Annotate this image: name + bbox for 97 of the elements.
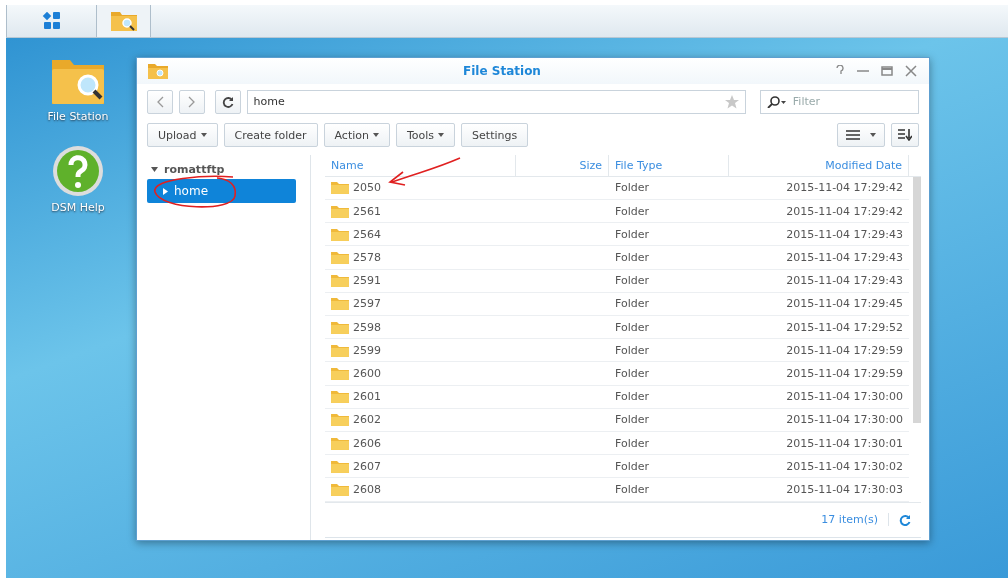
path-field[interactable]: home — [246, 89, 746, 114]
caret-icon — [438, 133, 445, 137]
folder-icon — [331, 482, 349, 496]
folder-icon — [331, 320, 349, 334]
type-cell-text: Folder — [614, 342, 650, 359]
caret-icon — [870, 133, 876, 137]
chevron-right-icon — [187, 95, 196, 108]
help-icon[interactable] — [835, 65, 845, 77]
refresh-icon — [221, 95, 234, 108]
folder-name[interactable]: 2602 — [353, 413, 381, 427]
date-cell-text: 2015-11-04 17:29:43 — [785, 273, 904, 290]
window-title: File Station — [462, 64, 542, 78]
search-box[interactable]: Filter — [759, 89, 919, 114]
sort-icon — [898, 129, 912, 141]
folder-icon — [331, 390, 349, 404]
sort-button[interactable] — [891, 123, 919, 147]
folder-name[interactable]: 2601 — [353, 390, 381, 404]
column-header[interactable]: Size — [516, 155, 609, 176]
caret-icon — [373, 133, 379, 137]
date-cell-text: 2015-11-04 17:29:42 — [785, 180, 904, 197]
date-cell-text: 2015-11-04 17:30:01 — [785, 435, 904, 452]
folder-name[interactable]: 2597 — [353, 297, 381, 311]
type-cell-text: Folder — [614, 481, 650, 498]
date-cell-text: 2015-11-04 17:30:00 — [785, 389, 904, 406]
folder-search-icon — [147, 62, 169, 80]
view-mode-button[interactable] — [837, 123, 885, 147]
expander-icon — [163, 187, 168, 195]
refresh-button[interactable] — [214, 89, 241, 114]
folder-name[interactable]: 2598 — [353, 320, 381, 334]
type-cell-text: Folder — [614, 365, 650, 382]
folder-icon — [331, 227, 349, 241]
folder-icon — [331, 251, 349, 264]
date-cell-text: 2015-11-04 17:30:02 — [785, 458, 904, 475]
main-menu-icon[interactable] — [41, 12, 62, 30]
type-cell-text: Folder — [614, 319, 650, 336]
date-cell-text: 2015-11-04 17:29:59 — [785, 365, 904, 382]
toolbar-button[interactable]: Action — [323, 123, 390, 147]
folder-icon — [331, 367, 349, 380]
type-cell-text: Folder — [614, 412, 650, 429]
close-icon[interactable] — [905, 65, 917, 77]
date-cell-text: 2015-11-04 17:29:59 — [785, 342, 904, 359]
scrollbar[interactable] — [913, 176, 921, 423]
folder-icon — [331, 436, 349, 450]
date-cell-text: 2015-11-04 17:29:42 — [785, 203, 904, 220]
type-cell-text: Folder — [614, 435, 650, 452]
folder-icon — [331, 343, 349, 357]
refresh-icon[interactable] — [899, 513, 911, 526]
date-cell-text: 2015-11-04 17:30:03 — [785, 481, 904, 498]
type-cell-text: Folder — [614, 273, 650, 290]
item-count: 17 item(s) — [821, 513, 889, 527]
caret-icon — [200, 133, 207, 137]
date-cell-text: 2015-11-04 17:29:43 — [785, 226, 904, 243]
folder-name[interactable]: 2050 — [353, 181, 381, 195]
folder-name[interactable]: 2606 — [353, 436, 381, 450]
toolbar-button[interactable]: Tools — [396, 123, 456, 147]
folder-search-icon[interactable] — [109, 10, 138, 32]
path-text: home — [253, 95, 285, 108]
type-cell-text: Folder — [614, 458, 650, 475]
folder-icon — [331, 181, 349, 195]
folder-icon — [331, 274, 349, 288]
toolbar-button[interactable]: Upload — [147, 123, 218, 147]
date-cell-text: 2015-11-04 17:29:43 — [785, 250, 904, 267]
tree-node[interactable]: romattftp — [147, 159, 296, 179]
tree-item[interactable]: home — [147, 179, 296, 203]
folder-icon — [331, 204, 349, 218]
folder-icon — [331, 459, 349, 473]
search-icon — [766, 95, 787, 108]
column-header[interactable]: Modified Date — [729, 155, 909, 176]
date-cell-text: 2015-11-04 17:29:52 — [785, 319, 904, 336]
folder-name[interactable]: 2608 — [353, 482, 381, 496]
column-header[interactable]: Name — [325, 155, 516, 176]
list-view-icon — [846, 130, 860, 140]
folder-name[interactable]: 2564 — [353, 227, 381, 241]
type-cell-text: Folder — [614, 389, 650, 406]
chevron-left-icon — [155, 95, 164, 108]
date-cell-text: 2015-11-04 17:30:00 — [785, 412, 904, 429]
star-icon[interactable] — [724, 94, 739, 109]
folder-name[interactable]: 2591 — [353, 274, 381, 288]
folder-name[interactable]: 2607 — [353, 459, 381, 473]
toolbar-button[interactable]: Create folder — [223, 123, 318, 147]
folder-name[interactable]: 2600 — [353, 366, 381, 380]
folder-name[interactable]: 2578 — [353, 251, 381, 265]
maximize-icon[interactable] — [881, 65, 893, 77]
type-cell-text: Folder — [614, 203, 650, 220]
type-cell-text: Folder — [614, 226, 650, 243]
type-cell-text: Folder — [614, 296, 650, 313]
toolbar-button[interactable]: Settings — [461, 123, 529, 147]
expander-icon — [151, 166, 158, 172]
help-icon — [52, 145, 104, 197]
column-header[interactable]: File Type — [609, 155, 729, 176]
folder-name[interactable]: 2561 — [353, 204, 381, 218]
folder-icon — [331, 297, 349, 311]
type-cell-text: Folder — [614, 250, 650, 267]
folder-icon — [331, 413, 349, 427]
type-cell-text: Folder — [614, 180, 650, 197]
date-cell-text: 2015-11-04 17:29:45 — [785, 296, 904, 313]
folder-name[interactable]: 2599 — [353, 343, 381, 357]
